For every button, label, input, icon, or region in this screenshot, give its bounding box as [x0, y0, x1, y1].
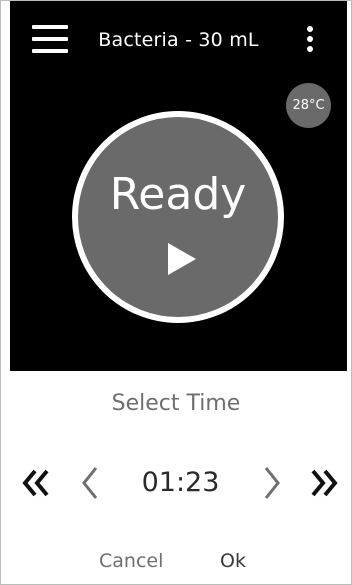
- ok-button[interactable]: Ok: [220, 550, 246, 572]
- temperature-badge: 28°C: [286, 83, 331, 128]
- chevron-right-icon[interactable]: [261, 463, 283, 503]
- select-time-heading: Select Time: [111, 391, 241, 416]
- app-screen: Bacteria - 30 mL 28°C Ready Select Time …: [0, 0, 352, 585]
- status-panel: Bacteria - 30 mL 28°C Ready: [10, 1, 347, 371]
- start-button[interactable]: Ready: [72, 111, 284, 323]
- more-options-button[interactable]: [302, 26, 318, 56]
- cancel-button[interactable]: Cancel: [99, 550, 163, 572]
- double-chevron-right-icon[interactable]: [307, 463, 339, 503]
- play-icon: [168, 243, 196, 275]
- state-label: Ready: [109, 169, 247, 220]
- time-value: 01:23: [141, 467, 220, 498]
- program-title: Bacteria - 30 mL: [98, 29, 259, 51]
